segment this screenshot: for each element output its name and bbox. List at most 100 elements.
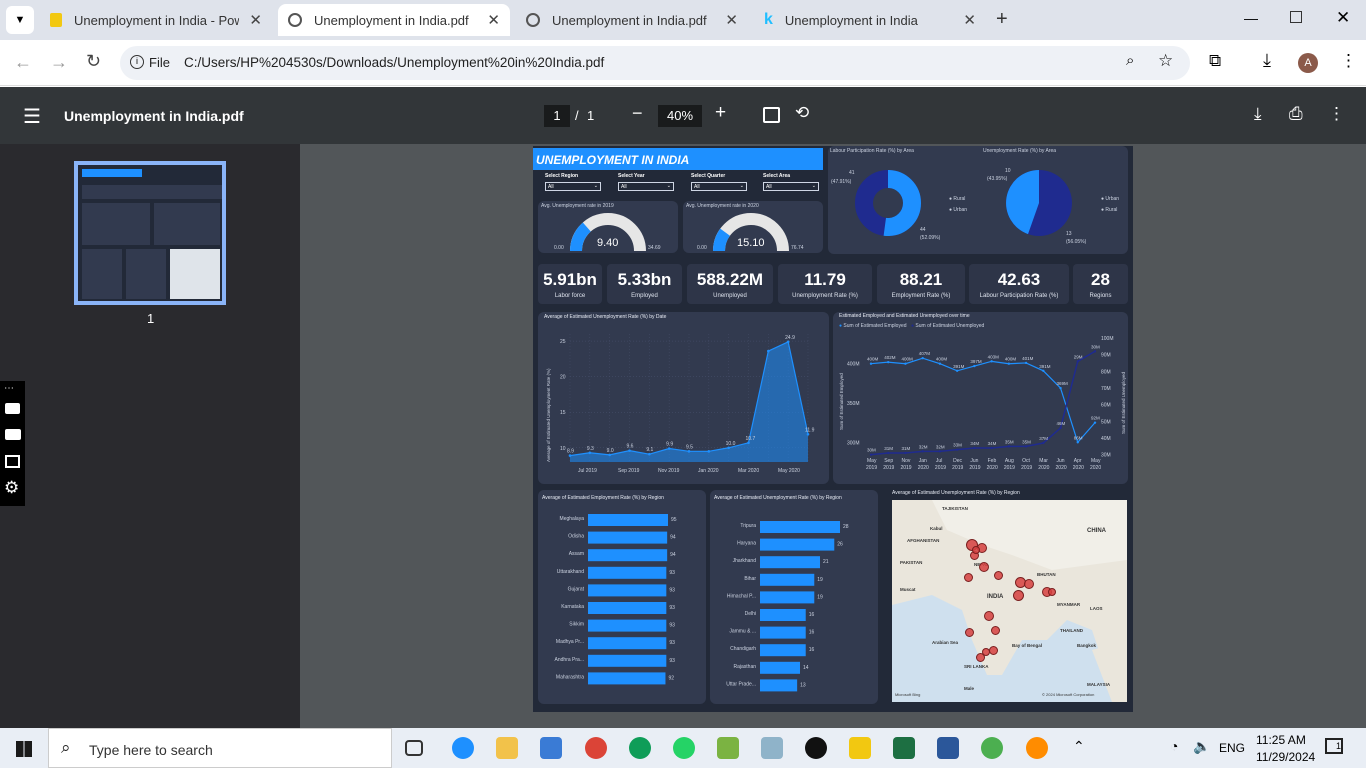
slicer-3[interactable]: Select Area All ⌄: [763, 173, 819, 193]
page-thumbnail[interactable]: [74, 161, 226, 305]
paint-icon[interactable]: [717, 737, 739, 759]
orange-app-icon[interactable]: [1026, 737, 1048, 759]
slicer-label: Select Quarter: [691, 173, 726, 179]
new-tab-button[interactable]: +: [996, 8, 1008, 31]
link-icon[interactable]: ⋯: [4, 383, 14, 394]
clock-date[interactable]: 11/29/2024: [1256, 750, 1315, 764]
file-explorer-icon[interactable]: [496, 737, 518, 759]
x-tick-label: 2020: [987, 465, 998, 471]
bookmark-star-icon[interactable]: ☆: [1158, 51, 1173, 71]
zoom-icon[interactable]: ⌕: [1126, 52, 1134, 69]
more-options-icon[interactable]: ⋮: [1328, 104, 1345, 124]
tab-pdf-active[interactable]: Unemployment in India.pdf ✕: [278, 4, 510, 36]
slicer-dropdown[interactable]: All ⌄: [545, 182, 601, 191]
region-bubble[interactable]: [1024, 579, 1034, 589]
taskbar-search-box[interactable]: ⌕ Type here to search: [48, 728, 392, 768]
pdf-download-icon[interactable]: ⤓: [1254, 104, 1262, 124]
volume-icon[interactable]: 🔈: [1193, 738, 1210, 755]
chrome-icon[interactable]: [629, 737, 651, 759]
kpi-card: 42.63 Labour Participation Rate (%): [969, 264, 1069, 304]
region-bubble[interactable]: [964, 627, 974, 637]
window-close-button[interactable]: ✕: [1336, 8, 1350, 28]
region-bubble[interactable]: [1048, 588, 1056, 596]
camera-icon[interactable]: [5, 403, 20, 414]
task-view-icon[interactable]: [405, 740, 423, 756]
close-icon[interactable]: ✕: [249, 11, 262, 29]
language-indicator[interactable]: ENG: [1219, 741, 1245, 755]
clock-time[interactable]: 11:25 AM: [1256, 733, 1306, 747]
powerbi-taskbar-icon[interactable]: [849, 737, 871, 759]
x-tick-label: 2019: [1021, 465, 1032, 471]
minimize-button[interactable]: —: [1244, 10, 1258, 26]
region-bubble[interactable]: [1012, 589, 1024, 601]
avatar[interactable]: A: [1298, 53, 1318, 73]
tray-chevron-icon[interactable]: ⌃: [1073, 738, 1085, 755]
omnibox[interactable]: i File C:/Users/HP%204530s/Downloads/Une…: [120, 46, 1190, 80]
tab-pdf-2[interactable]: Unemployment in India.pdf ✕: [516, 4, 748, 36]
zoom-in-button[interactable]: +: [715, 102, 726, 124]
extensions-icon[interactable]: ⧉: [1209, 51, 1221, 71]
notification-icon[interactable]: 1: [1325, 738, 1343, 754]
reload-button[interactable]: ↻: [86, 51, 101, 72]
tab-powerbi[interactable]: Unemployment in India - Power ✕: [40, 4, 272, 36]
map-place-label: Bangkok: [1077, 643, 1097, 648]
region-bubble[interactable]: [975, 652, 985, 662]
tab-kaggle[interactable]: k Unemployment in India ✕: [754, 4, 986, 36]
windows-start-icon[interactable]: [16, 741, 32, 757]
page-number-input[interactable]: 1: [544, 105, 570, 127]
region-map[interactable]: TAJIKISTANAFGHANISTANPAKISTANCHINANEPALI…: [892, 500, 1127, 702]
close-icon[interactable]: ✕: [487, 11, 500, 29]
region-bubble[interactable]: [972, 546, 980, 554]
region-bubble[interactable]: [979, 562, 989, 572]
video-icon[interactable]: [5, 429, 21, 440]
rotate-icon[interactable]: ⟲: [795, 103, 809, 123]
restore-button[interactable]: [1290, 11, 1302, 23]
zoom-out-button[interactable]: −: [632, 103, 643, 124]
print-icon[interactable]: ⎙: [1289, 104, 1303, 124]
y-right-tick: 80M: [1101, 369, 1111, 375]
chrome-n-icon[interactable]: [981, 737, 1003, 759]
chrome-profile-icon[interactable]: [585, 737, 607, 759]
donut2-title: Unemployment Rate (%) by Area: [983, 148, 1057, 154]
y-right-tick: 50M: [1101, 419, 1111, 425]
fit-page-icon[interactable]: [763, 107, 780, 123]
zoom-input[interactable]: 40%: [658, 105, 702, 127]
whatsapp-icon[interactable]: [673, 737, 695, 759]
slicer-0[interactable]: Select Region All ⌄: [545, 173, 601, 193]
unemployed-point: [1076, 360, 1079, 363]
word-icon[interactable]: [937, 737, 959, 759]
slicer-dropdown[interactable]: All ⌄: [763, 182, 819, 191]
employed-point: [921, 357, 924, 360]
region-bubble[interactable]: [993, 570, 1003, 580]
region-bubble[interactable]: [984, 611, 994, 621]
bar-category-label: Karnataka: [561, 604, 584, 610]
forward-button[interactable]: →: [50, 52, 68, 73]
region-bubble[interactable]: [963, 572, 973, 582]
store-icon[interactable]: [540, 737, 562, 759]
region-bubble[interactable]: [990, 625, 1000, 635]
employed-point: [904, 362, 907, 365]
close-icon[interactable]: ✕: [963, 11, 976, 29]
hamburger-menu-icon[interactable]: ☰: [23, 104, 41, 129]
github-icon[interactable]: [805, 737, 827, 759]
x-tick-label: Dec: [953, 458, 962, 464]
area-point: [648, 452, 651, 456]
bar1-title: Average of Estimated Employment Rate (%)…: [542, 495, 664, 501]
window-icon[interactable]: [5, 455, 20, 468]
close-icon[interactable]: ✕: [725, 11, 738, 29]
slicer-2[interactable]: Select Quarter All ⌄: [691, 173, 747, 193]
network-icon[interactable]: ◔: [1170, 738, 1178, 754]
slicer-1[interactable]: Select Year All ⌄: [618, 173, 674, 193]
bar-value-label: 14: [803, 665, 809, 671]
url-text[interactable]: C:/Users/HP%204530s/Downloads/Unemployme…: [184, 55, 604, 70]
excel-icon[interactable]: [893, 737, 915, 759]
settings-gear-icon[interactable]: ⚙: [4, 478, 19, 498]
slicer-dropdown[interactable]: All ⌄: [691, 182, 747, 191]
notes-icon[interactable]: [761, 737, 783, 759]
browser-menu-icon[interactable]: ⋮: [1340, 51, 1357, 71]
tab-search-button[interactable]: ▼: [6, 6, 34, 34]
edge-icon[interactable]: [452, 737, 474, 759]
back-button[interactable]: ←: [14, 52, 32, 73]
slicer-dropdown[interactable]: All ⌄: [618, 182, 674, 191]
download-icon[interactable]: ⤓: [1263, 50, 1271, 71]
